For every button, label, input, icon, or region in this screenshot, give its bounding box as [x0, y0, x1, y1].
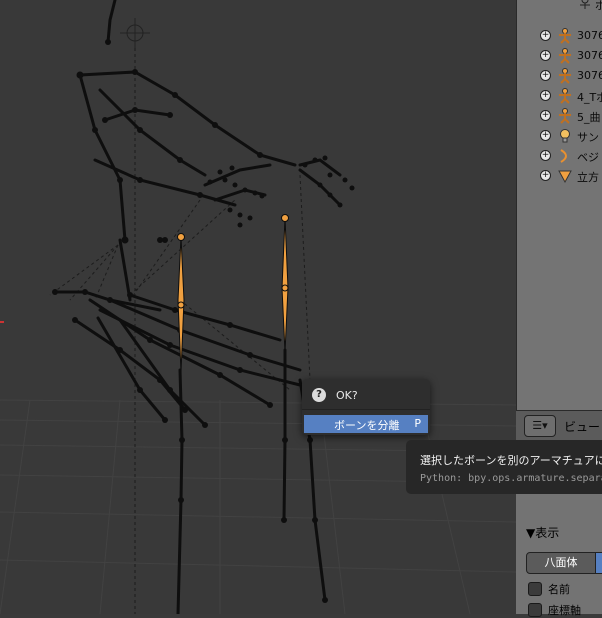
outliner-item-curve[interactable]: + ベジ	[517, 146, 602, 166]
outliner-item-label: 5_曲	[577, 111, 601, 124]
expand-icon[interactable]: +	[540, 130, 551, 141]
expand-icon[interactable]: +	[540, 110, 551, 121]
popup-title: OK?	[336, 389, 358, 402]
menu-item-shortcut: P	[414, 417, 421, 430]
names-checkbox[interactable]	[528, 582, 542, 596]
expand-icon[interactable]: +	[540, 90, 551, 101]
properties-header: ☰▾ ビュー	[516, 410, 602, 442]
view-menu[interactable]: ビュー	[564, 418, 600, 435]
ground-grid	[0, 399, 516, 614]
armature-icon	[557, 108, 573, 124]
expand-icon[interactable]: +	[540, 150, 551, 161]
names-label: 名前	[548, 583, 570, 596]
outliner-item-label: サン	[577, 131, 599, 144]
separate-bones-menu-item[interactable]: ボーンを分離 P	[304, 415, 428, 433]
menu-item-label: ボーンを分離	[334, 419, 400, 432]
outliner-row-partial[interactable]: ポ	[517, 0, 602, 14]
editor-type-button[interactable]: ☰▾	[524, 415, 556, 437]
question-icon: ?	[312, 388, 326, 402]
armature-icon	[557, 88, 573, 104]
operator-tooltip: 選択したボーンを別のアーマチュアに Python: bpy.ops.armatu…	[406, 440, 602, 494]
outliner-item-label: 3076	[577, 29, 602, 42]
outliner-item-label: 立方	[577, 171, 599, 184]
display-mode-button[interactable]	[595, 552, 602, 574]
mesh-icon	[557, 168, 573, 184]
lamp-icon	[557, 128, 573, 144]
armature-icon	[557, 28, 573, 44]
skeleton-bones	[53, 0, 342, 614]
outliner-item-armature[interactable]: + 3076	[517, 46, 602, 66]
axes-label: 座標軸	[548, 604, 581, 617]
outliner-label-partial: ポ	[595, 0, 602, 13]
expand-icon[interactable]: +	[540, 170, 551, 181]
3d-viewport[interactable]	[0, 0, 516, 614]
outliner-item-armature[interactable]: + 3076	[517, 26, 602, 46]
armature-icon	[577, 0, 593, 12]
outliner-item-armature[interactable]: + 3076	[517, 66, 602, 86]
axes-checkbox[interactable]	[528, 603, 542, 617]
outliner-item-armature[interactable]: + 4_Tポ	[517, 86, 602, 106]
curve-icon	[557, 148, 573, 164]
tooltip-description: 選択したボーンを別のアーマチュアに	[420, 454, 602, 467]
outliner-item-label: 4_Tポ	[577, 91, 602, 104]
outliner-item-armature[interactable]: + 5_曲	[517, 106, 602, 126]
outliner-panel[interactable]: ポ + 3076 + 3076 + 3076 + 4_Tポ + 5_曲 + サン…	[516, 0, 602, 410]
popup-divider	[302, 409, 430, 410]
confirm-popup: ? OK? ボーンを分離 P	[302, 379, 430, 435]
outliner-item-label: 3076	[577, 49, 602, 62]
outliner-item-lamp[interactable]: + サン	[517, 126, 602, 146]
head-bone-marker	[120, 18, 150, 48]
armature-icon	[557, 68, 573, 84]
octahedral-button[interactable]: 八面体	[526, 552, 596, 574]
expand-icon[interactable]: +	[540, 70, 551, 81]
tooltip-python-path: Python: bpy.ops.armature.separa	[420, 473, 602, 484]
armature-icon	[557, 48, 573, 64]
outliner-item-label: ベジ	[577, 151, 599, 164]
outliner-item-label: 3076	[577, 69, 602, 82]
viewport-scene[interactable]	[0, 0, 516, 614]
expand-icon[interactable]: +	[540, 30, 551, 41]
expand-icon[interactable]: +	[540, 50, 551, 61]
outliner-item-mesh[interactable]: + 立方	[517, 166, 602, 186]
display-panel-header[interactable]: ▼表示	[526, 524, 559, 541]
